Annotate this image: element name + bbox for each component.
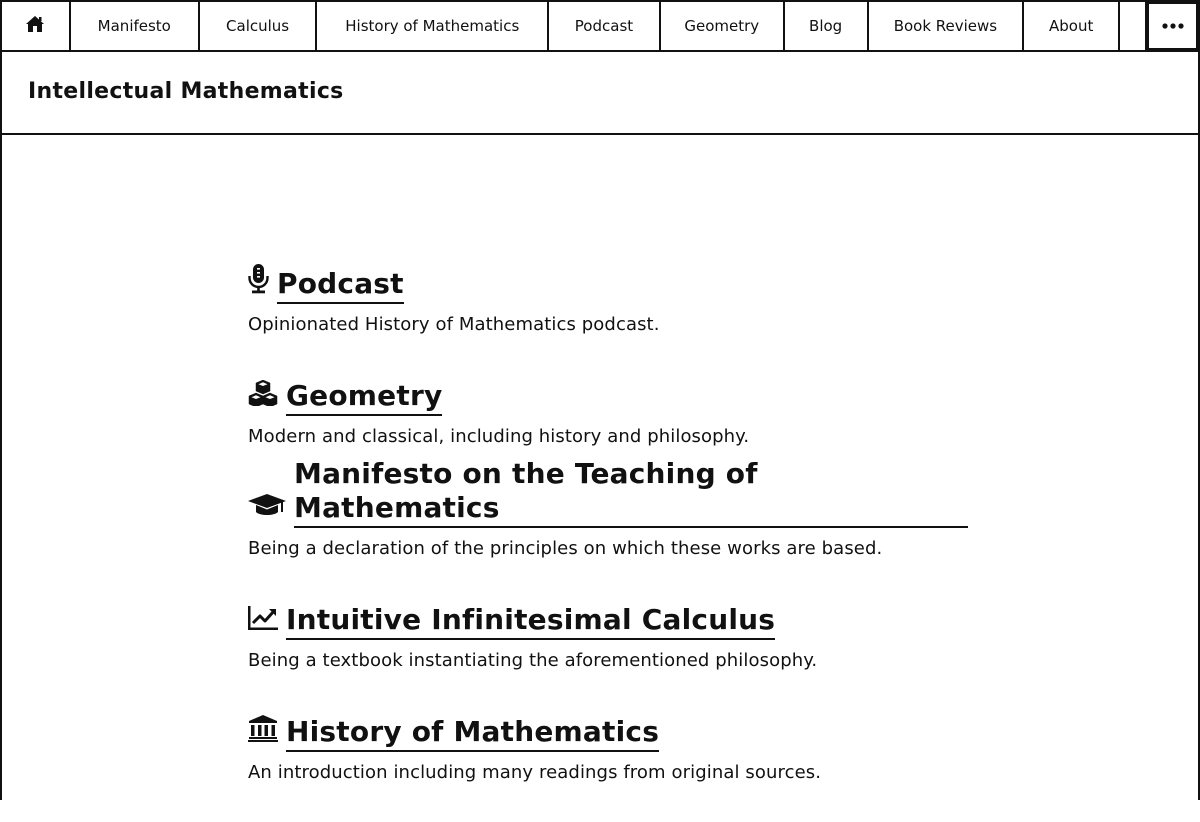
entry-title-link[interactable]: Manifesto on the Teaching of Mathematics	[294, 457, 968, 528]
nav-item-about[interactable]: About	[1024, 2, 1121, 50]
site-title[interactable]: Intellectual Mathematics	[28, 79, 344, 104]
home-icon	[25, 15, 45, 37]
nav-divider	[1120, 2, 1148, 50]
entry-title-link[interactable]: Geometry	[286, 379, 443, 416]
entry-heading: History of Mathematics	[248, 710, 968, 752]
entry-manifesto: Manifesto on the Teaching of Mathematics…	[248, 457, 968, 598]
nav-item-calculus[interactable]: Calculus	[200, 2, 318, 50]
microphone-icon	[248, 264, 269, 294]
entry-description: Being a textbook instantiating the afore…	[248, 650, 818, 671]
nav-item-book-reviews[interactable]: Book Reviews	[869, 2, 1025, 50]
entry-title-link[interactable]: Intuitive Infinitesimal Calculus	[286, 603, 776, 640]
nav-item-history-of-mathematics[interactable]: History of Mathematics	[317, 2, 550, 50]
institution-icon	[248, 715, 278, 742]
site-header: Intellectual Mathematics	[0, 52, 1200, 135]
entry-description: Modern and classical, including history …	[248, 426, 750, 447]
entry-history: History of Mathematics An introduction i…	[248, 710, 968, 822]
entry-description: Being a declaration of the principles on…	[248, 538, 883, 559]
graduation-cap-icon	[248, 494, 286, 518]
entry-title-link[interactable]: History of Mathematics	[286, 715, 660, 752]
nav-home-button[interactable]	[2, 2, 71, 50]
entry-description: An introduction including many readings …	[248, 762, 822, 783]
ellipsis-icon	[1161, 23, 1184, 29]
cubes-icon	[248, 379, 278, 408]
nav-item-podcast[interactable]: Podcast	[549, 2, 661, 50]
entry-heading: Intuitive Infinitesimal Calculus	[247, 598, 968, 640]
line-chart-icon	[247, 606, 278, 631]
entry-description: Opinionated History of Mathematics podca…	[248, 314, 660, 335]
entry-podcast: Podcast Opinionated History of Mathemati…	[248, 262, 968, 374]
nav-item-blog[interactable]: Blog	[785, 2, 869, 50]
entry-title-link[interactable]: Podcast	[277, 267, 404, 304]
main-content: Podcast Opinionated History of Mathemati…	[247, 262, 968, 822]
nav-item-manifesto[interactable]: Manifesto	[71, 2, 200, 50]
entry-calculus: Intuitive Infinitesimal Calculus Being a…	[247, 598, 968, 710]
entry-heading: Geometry	[248, 374, 968, 416]
entry-heading: Manifesto on the Teaching of Mathematics	[248, 457, 968, 528]
top-navigation: Manifesto Calculus History of Mathematic…	[0, 0, 1200, 52]
nav-item-geometry[interactable]: Geometry	[661, 2, 785, 50]
nav-more-button[interactable]	[1147, 2, 1198, 50]
entry-heading: Podcast	[248, 262, 968, 304]
